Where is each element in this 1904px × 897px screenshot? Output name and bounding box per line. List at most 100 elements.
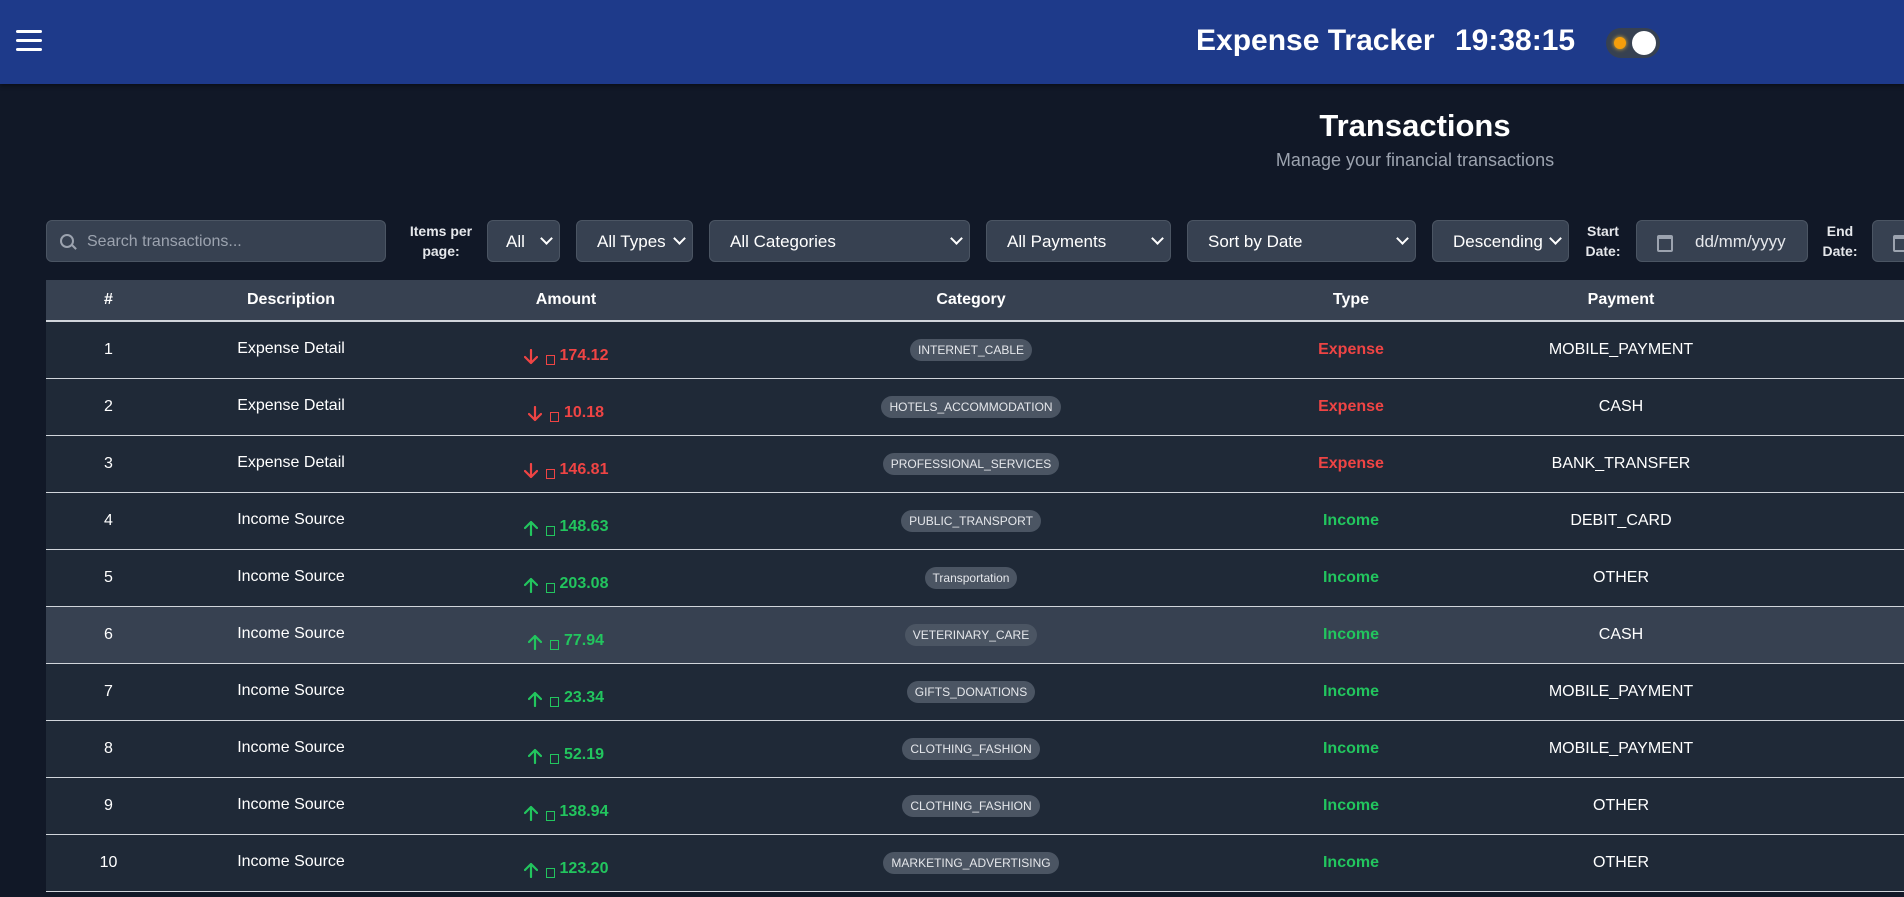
sort-by-select[interactable]: Sort by Date bbox=[1187, 220, 1416, 262]
arrow-up-icon bbox=[527, 634, 542, 650]
category-badge: CLOTHING_FASHION bbox=[902, 795, 1040, 817]
table-row[interactable]: 10 Income Source 123.20 MARKETING_ADVERTISI… bbox=[46, 835, 1904, 892]
row-category: HOTELS_ACCOMMODATION bbox=[721, 379, 1221, 435]
category-badge: PUBLIC_TRANSPORT bbox=[901, 510, 1041, 532]
row-type: Income bbox=[1322, 569, 1379, 586]
table-row[interactable]: 8 Income Source 52.19 CLOTHING_FASHION Incom… bbox=[46, 721, 1904, 778]
currency-icon bbox=[545, 583, 555, 593]
category-filter-select[interactable]: All Categories bbox=[709, 220, 970, 262]
category-badge: MARKETING_ADVERTISING bbox=[883, 852, 1059, 874]
transactions-table: # Description Amount Category Type Payme… bbox=[46, 280, 1904, 892]
currency-icon bbox=[549, 754, 559, 764]
row-number: 8 bbox=[104, 740, 113, 757]
amount-value: 138.94 bbox=[559, 803, 609, 820]
category-badge: VETERINARY_CARE bbox=[904, 624, 1038, 646]
category-badge: CLOTHING_FASHION bbox=[902, 738, 1040, 760]
row-description: Income Source bbox=[237, 853, 345, 870]
row-amount: 23.34 bbox=[411, 664, 721, 720]
row-category: INTERNET_CABLE bbox=[721, 322, 1221, 378]
column-header-description[interactable]: Description bbox=[171, 280, 411, 320]
table-header: # Description Amount Category Type Payme… bbox=[46, 280, 1904, 322]
row-payment: DEBIT_CARD bbox=[1570, 512, 1672, 529]
app-title: Expense Tracker bbox=[1196, 24, 1435, 57]
table-row[interactable]: 2 Expense Detail 10.18 HOTELS_ACCOMMODATION… bbox=[46, 379, 1904, 436]
table-row[interactable]: 7 Income Source 23.34 GIFTS_DONATIONS Income… bbox=[46, 664, 1904, 721]
row-amount: 77.94 bbox=[411, 607, 721, 663]
row-amount: 52.19 bbox=[411, 721, 721, 777]
currency-icon bbox=[545, 469, 555, 479]
arrow-down-icon bbox=[523, 349, 538, 365]
type-filter-select[interactable]: All Types bbox=[576, 220, 693, 262]
row-description: Expense Detail bbox=[237, 340, 345, 357]
search-input[interactable] bbox=[85, 221, 379, 263]
row-amount: 148.63 bbox=[411, 493, 721, 549]
table-row[interactable]: 6 Income Source 77.94 VETERINARY_CARE Income… bbox=[46, 607, 1904, 664]
table-row[interactable]: 5 Income Source 203.08 Transportation Income… bbox=[46, 550, 1904, 607]
start-date-input[interactable]: dd/mm/yyyy bbox=[1636, 220, 1808, 262]
calendar-icon bbox=[1893, 235, 1904, 252]
row-type: Income bbox=[1322, 512, 1379, 529]
category-badge: HOTELS_ACCOMMODATION bbox=[881, 396, 1061, 418]
row-number: 7 bbox=[104, 683, 113, 700]
amount-value: 203.08 bbox=[559, 575, 609, 592]
amount-value: 52.19 bbox=[563, 746, 605, 763]
amount-value: 174.12 bbox=[559, 347, 609, 364]
amount-value: 10.18 bbox=[563, 404, 605, 421]
menu-icon[interactable] bbox=[16, 30, 42, 52]
row-amount: 123.20 bbox=[411, 835, 721, 891]
row-description: Expense Detail bbox=[237, 454, 345, 471]
column-header-category[interactable]: Category bbox=[721, 280, 1221, 320]
category-badge: GIFTS_DONATIONS bbox=[906, 681, 1036, 703]
row-type: Expense bbox=[1318, 341, 1384, 358]
chevron-down-icon bbox=[1151, 232, 1164, 245]
currency-icon bbox=[549, 412, 559, 422]
row-number: 10 bbox=[99, 854, 118, 871]
row-type: Income bbox=[1322, 854, 1379, 871]
row-description: Expense Detail bbox=[237, 397, 345, 414]
search-box[interactable] bbox=[46, 220, 386, 263]
row-description: Income Source bbox=[237, 511, 345, 528]
top-navbar: Expense Tracker 19:38:15 bbox=[0, 0, 1904, 84]
arrow-up-icon bbox=[523, 805, 538, 821]
row-description: Income Source bbox=[237, 568, 345, 585]
column-header-number[interactable]: # bbox=[46, 280, 171, 320]
theme-toggle[interactable] bbox=[1606, 28, 1660, 58]
sort-order-select[interactable]: Descending bbox=[1432, 220, 1569, 262]
row-category: GIFTS_DONATIONS bbox=[721, 664, 1221, 720]
row-type: Income bbox=[1322, 740, 1379, 757]
row-category: CLOTHING_FASHION bbox=[721, 778, 1221, 834]
arrow-up-icon bbox=[523, 577, 538, 593]
row-payment: MOBILE_PAYMENT bbox=[1548, 740, 1694, 757]
arrow-down-icon bbox=[527, 406, 542, 422]
row-amount: 10.18 bbox=[411, 379, 721, 435]
chevron-down-icon bbox=[1549, 232, 1562, 245]
end-date-input[interactable] bbox=[1872, 220, 1904, 262]
row-number: 5 bbox=[104, 569, 113, 586]
chevron-down-icon bbox=[1396, 232, 1409, 245]
row-payment: CASH bbox=[1598, 626, 1644, 643]
column-header-type[interactable]: Type bbox=[1221, 280, 1481, 320]
row-type: Expense bbox=[1318, 455, 1384, 472]
currency-icon bbox=[545, 868, 555, 878]
row-payment: BANK_TRANSFER bbox=[1551, 455, 1691, 472]
row-number: 3 bbox=[104, 455, 113, 472]
items-per-page-select[interactable]: All bbox=[487, 220, 560, 262]
payment-filter-select[interactable]: All Payments bbox=[986, 220, 1171, 262]
arrow-down-icon bbox=[523, 463, 538, 479]
chevron-down-icon bbox=[673, 232, 686, 245]
currency-icon bbox=[549, 697, 559, 707]
table-row[interactable]: 9 Income Source 138.94 CLOTHING_FASHION Inco… bbox=[46, 778, 1904, 835]
end-date-label: End Date: bbox=[1822, 223, 1858, 259]
table-row[interactable]: 4 Income Source 148.63 PUBLIC_TRANSPORT Inco… bbox=[46, 493, 1904, 550]
arrow-up-icon bbox=[523, 520, 538, 536]
currency-icon bbox=[545, 355, 555, 365]
table-row[interactable]: 3 Expense Detail 146.81 PROFESSIONAL_SERVIC… bbox=[46, 436, 1904, 493]
row-payment: CASH bbox=[1598, 398, 1644, 415]
table-body: 1 Expense Detail 174.12 INTERNET_CABLE Expen… bbox=[46, 322, 1904, 892]
row-type: Income bbox=[1322, 683, 1379, 700]
amount-value: 148.63 bbox=[559, 518, 609, 535]
table-row[interactable]: 1 Expense Detail 174.12 INTERNET_CABLE Expen… bbox=[46, 322, 1904, 379]
column-header-amount[interactable]: Amount bbox=[411, 280, 721, 320]
column-header-payment[interactable]: Payment bbox=[1481, 280, 1761, 320]
calendar-icon bbox=[1657, 235, 1673, 252]
